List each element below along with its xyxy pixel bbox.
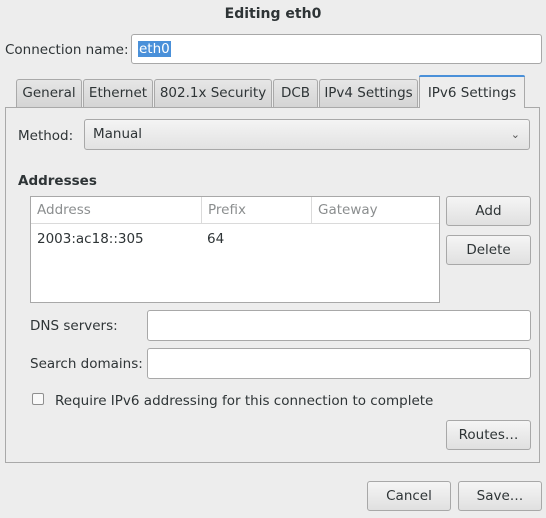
search-domains-input[interactable] (147, 348, 531, 379)
dns-servers-input[interactable] (147, 310, 531, 341)
tab-ethernet[interactable]: Ethernet (83, 79, 153, 107)
column-header-gateway[interactable]: Gateway (311, 197, 439, 224)
table-cell-prefix[interactable]: 64 (201, 230, 224, 248)
connection-name-input[interactable]: eth0 (131, 34, 542, 64)
addresses-heading: Addresses (18, 173, 97, 189)
tab-general[interactable]: General (16, 79, 82, 107)
tab-8021x-security[interactable]: 802.1x Security (154, 79, 272, 107)
require-ipv6-label[interactable]: Require IPv6 addressing for this connect… (55, 392, 433, 410)
cancel-button[interactable]: Cancel (367, 481, 451, 511)
dns-servers-label: DNS servers: (30, 318, 118, 334)
window-title: Editing eth0 (224, 6, 322, 22)
tab-ipv4-settings[interactable]: IPv4 Settings (319, 79, 418, 107)
table-cell-address[interactable]: 2003:ac18::305 (31, 230, 144, 248)
tab-dcb[interactable]: DCB (273, 79, 318, 107)
require-ipv6-checkbox[interactable] (32, 393, 44, 405)
column-header-address[interactable]: Address (31, 197, 201, 224)
delete-button[interactable]: Delete (446, 235, 531, 265)
connection-name-label: Connection name: (5, 42, 129, 58)
add-button[interactable]: Add (446, 196, 531, 226)
save-button[interactable]: Save… (458, 481, 542, 511)
method-value: Manual (93, 126, 143, 142)
method-select[interactable]: Manual ⌄ (84, 119, 530, 150)
addresses-table[interactable]: Address Prefix Gateway 2003:ac18::305 64 (30, 196, 440, 303)
column-header-prefix[interactable]: Prefix (201, 197, 311, 224)
routes-button[interactable]: Routes… (446, 420, 531, 450)
method-label: Method: (18, 128, 74, 144)
tab-ipv6-settings[interactable]: IPv6 Settings (419, 75, 525, 108)
connection-name-value: eth0 (138, 41, 171, 57)
chevron-down-icon: ⌄ (510, 128, 520, 141)
search-domains-label: Search domains: (30, 356, 143, 372)
